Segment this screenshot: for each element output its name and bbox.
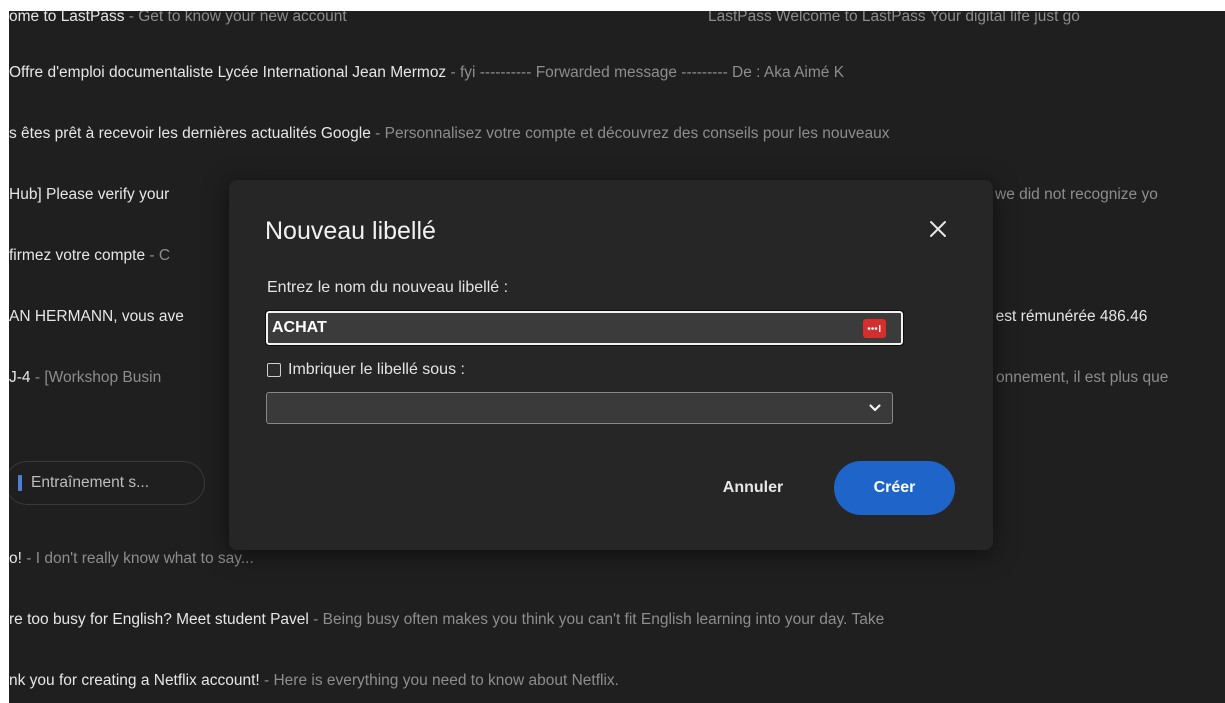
cancel-button[interactable]: Annuler: [703, 471, 803, 505]
dialog-title: Nouveau libellé: [265, 217, 436, 245]
label-color-icon: [18, 475, 22, 491]
list-item-preview-right: onnement, il est plus que: [996, 368, 1168, 388]
email-snippet: - Here is everything you need to know ab…: [259, 672, 619, 689]
email-subject: ome to LastPass: [9, 11, 125, 25]
email-preview: onnement, il est plus que: [996, 369, 1169, 386]
password-dots-icon: [867, 325, 881, 332]
email-subject: AN HERMANN, vous ave: [9, 308, 184, 325]
list-item[interactable]: AN HERMANN, vous ave: [9, 307, 184, 327]
email-snippet: - Being busy often makes you think you c…: [308, 611, 885, 628]
nest-label-row[interactable]: Imbriquer le libellé sous :: [267, 361, 465, 379]
email-snippet: - Personnalisez votre compte et découvre…: [370, 125, 890, 142]
new-label-dialog: Nouveau libellé Entrez le nom du nouveau…: [229, 180, 993, 550]
list-item[interactable]: Offre d'emploi documentaliste Lycée Inte…: [9, 63, 844, 83]
email-subject: firmez votre compte: [9, 247, 146, 264]
label-name-caption: Entrez le nom du nouveau libellé :: [267, 279, 509, 296]
top-edge: [0, 0, 1225, 11]
label-chip[interactable]: Entraînement s...: [9, 461, 205, 505]
password-manager-icon[interactable]: [863, 319, 886, 338]
email-subject: J-4: [9, 369, 31, 386]
close-button[interactable]: [925, 216, 951, 242]
list-item-preview-right: us est rémunérée 486.46: [975, 307, 1147, 327]
email-snippet: - fyi ---------- Forwarded message -----…: [446, 64, 845, 81]
chevron-down-icon: [869, 404, 881, 412]
email-snippet: - C: [145, 247, 171, 264]
list-item[interactable]: Hub] Please verify your: [9, 185, 169, 205]
left-edge: [0, 0, 9, 703]
list-item[interactable]: ome to LastPass - Get to know your new a…: [9, 11, 347, 27]
list-item[interactable]: o! - I don't really know what to say...: [9, 549, 254, 569]
list-item[interactable]: firmez votre compte - C: [9, 246, 170, 266]
email-subject: re too busy for English? Meet student Pa…: [9, 611, 309, 628]
nest-label-checkbox[interactable]: [267, 363, 281, 377]
list-item[interactable]: nk you for creating a Netflix account! -…: [9, 671, 619, 691]
email-preview: we did not recognize yo: [995, 186, 1158, 203]
list-item[interactable]: J-4 - [Workshop Busin: [9, 368, 161, 388]
email-subject: s êtes prêt à recevoir les dernières act…: [9, 125, 371, 142]
email-snippet: - I don't really know what to say...: [21, 550, 254, 567]
email-preview: us est rémunérée 486.46: [975, 308, 1148, 325]
email-subject: o!: [9, 550, 22, 567]
email-subject: Hub] Please verify your: [9, 186, 170, 203]
label-name-input[interactable]: [265, 310, 904, 346]
create-button[interactable]: Créer: [834, 461, 955, 515]
email-subject: Offre d'emploi documentaliste Lycée Inte…: [9, 64, 447, 81]
parent-label-select[interactable]: [266, 392, 893, 424]
email-subject: nk you for creating a Netflix account!: [9, 672, 260, 689]
nest-label-text: Imbriquer le libellé sous :: [288, 361, 465, 378]
list-item[interactable]: re too busy for English? Meet student Pa…: [9, 610, 884, 630]
list-item-sender-preview: LastPass Welcome to LastPass Your digita…: [708, 11, 1080, 27]
list-item[interactable]: s êtes prêt à recevoir les dernières act…: [9, 124, 890, 144]
email-snippet: - [Workshop Busin: [30, 369, 162, 386]
email-preview: LastPass Welcome to LastPass Your digita…: [708, 11, 1080, 25]
close-icon: [930, 221, 946, 237]
list-item-preview-right: we did not recognize yo: [995, 185, 1158, 205]
label-chip-text: Entraînement s...: [31, 474, 150, 491]
email-snippet: - Get to know your new account: [124, 11, 347, 25]
